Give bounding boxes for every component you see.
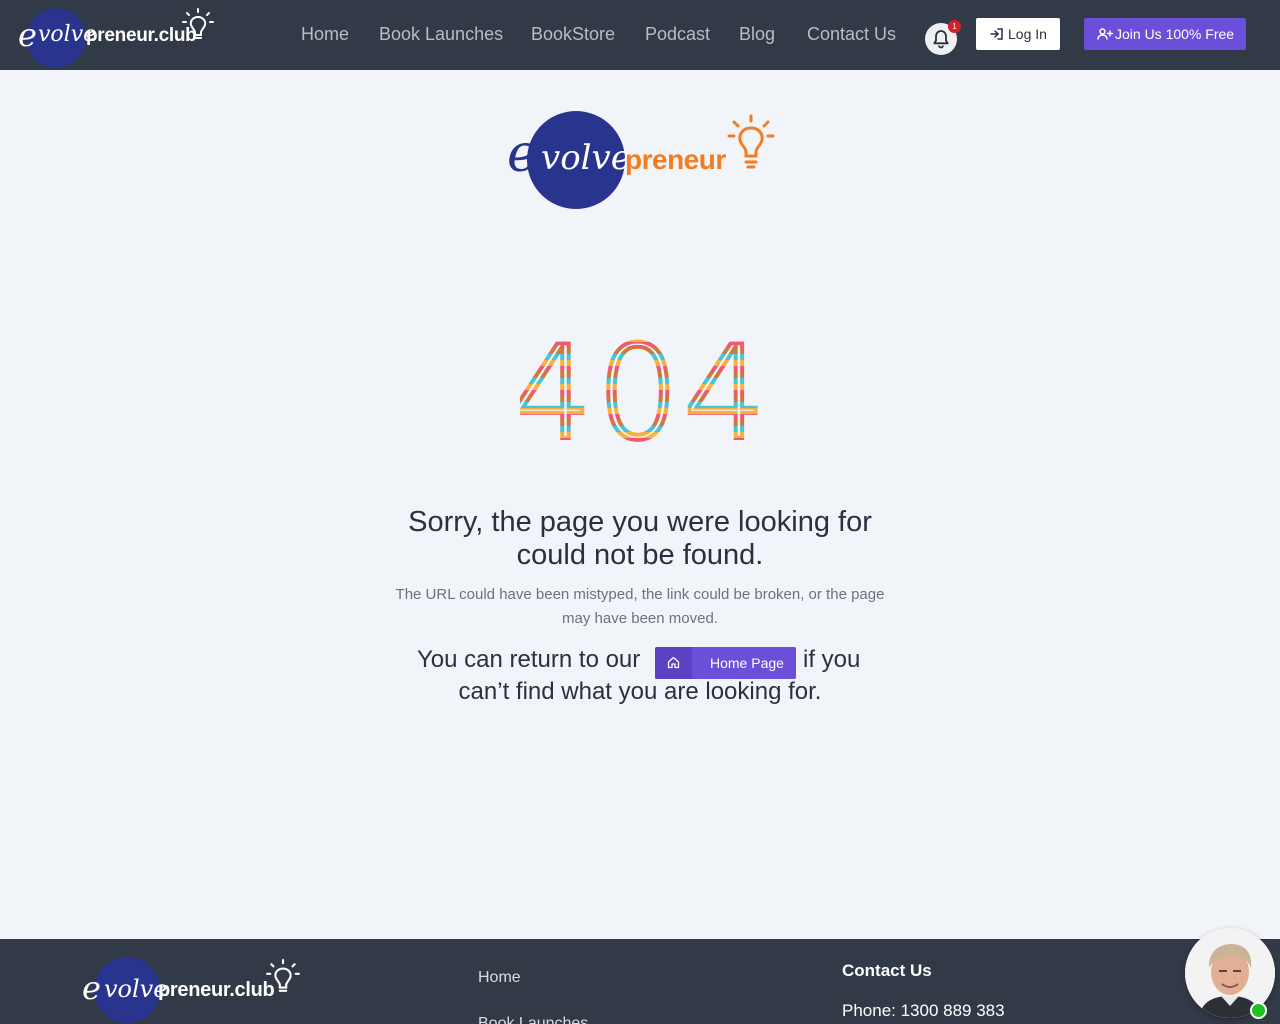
lightbulb-icon xyxy=(727,114,775,169)
footer-link-home[interactable]: Home xyxy=(478,969,521,987)
nav-contact-us[interactable]: Contact Us xyxy=(807,24,896,45)
hero-logo: e volve preneur xyxy=(505,108,780,214)
notification-count-badge: 1 xyxy=(948,20,961,33)
home-page-label: Home Page xyxy=(710,655,784,671)
lightbulb-icon xyxy=(182,8,214,39)
nav-blog[interactable]: Blog xyxy=(739,24,775,45)
footer: e volve preneur.club Home Book Launches … xyxy=(0,939,1280,1024)
nav-book-launches[interactable]: Book Launches xyxy=(379,24,503,45)
nav-podcast[interactable]: Podcast xyxy=(645,24,710,45)
lightbulb-icon xyxy=(266,959,300,992)
login-icon xyxy=(990,28,1003,40)
hero-logo-wordmark: preneur xyxy=(625,144,726,175)
return-text-line2: can’t find what you are looking for. xyxy=(458,678,822,705)
logo-letter-e: e xyxy=(18,16,37,54)
join-button[interactable]: Join Us 100% Free xyxy=(1084,18,1246,50)
nav-bookstore[interactable]: BookStore xyxy=(531,24,615,45)
home-icon xyxy=(667,656,680,669)
error-subtext: The URL could have been mistyped, the li… xyxy=(395,586,885,627)
brand-logo[interactable]: e volve preneur.club xyxy=(16,6,216,68)
top-navbar: e volve preneur.club Home Book Launches … xyxy=(0,0,1280,70)
home-page-button[interactable]: Home Page xyxy=(655,647,796,679)
user-plus-icon xyxy=(1097,28,1113,40)
error-code-404: 404 xyxy=(520,330,760,450)
logo-wordmark: preneur.club xyxy=(86,25,197,46)
error-headline: Sorry, the page you were looking for cou… xyxy=(408,506,872,571)
footer-link-book-launches[interactable]: Book Launches xyxy=(478,1015,588,1024)
home-icon-box xyxy=(655,647,692,679)
return-text-before: You can return to our xyxy=(417,646,641,673)
footer-logo[interactable]: e volve preneur.club xyxy=(80,957,300,1023)
return-text-after: if you xyxy=(803,646,861,673)
footer-logo-wordmark: preneur.club xyxy=(158,979,275,1001)
bell-icon xyxy=(933,30,949,49)
login-button[interactable]: Log In xyxy=(976,18,1060,50)
join-label: Join Us 100% Free xyxy=(1115,26,1235,42)
footer-phone: Phone: 1300 889 383 xyxy=(842,1001,1005,1020)
hero-logo-letter-e: e xyxy=(507,124,538,184)
nav-home[interactable]: Home xyxy=(301,24,349,45)
footer-contact-title: Contact Us xyxy=(842,961,932,980)
online-status-indicator xyxy=(1250,1002,1267,1019)
login-label: Log In xyxy=(1008,26,1047,42)
error-code-text: 404 xyxy=(520,330,760,450)
footer-logo-letter-e: e xyxy=(82,969,101,1007)
hero-logo-volve: volve xyxy=(541,138,631,178)
